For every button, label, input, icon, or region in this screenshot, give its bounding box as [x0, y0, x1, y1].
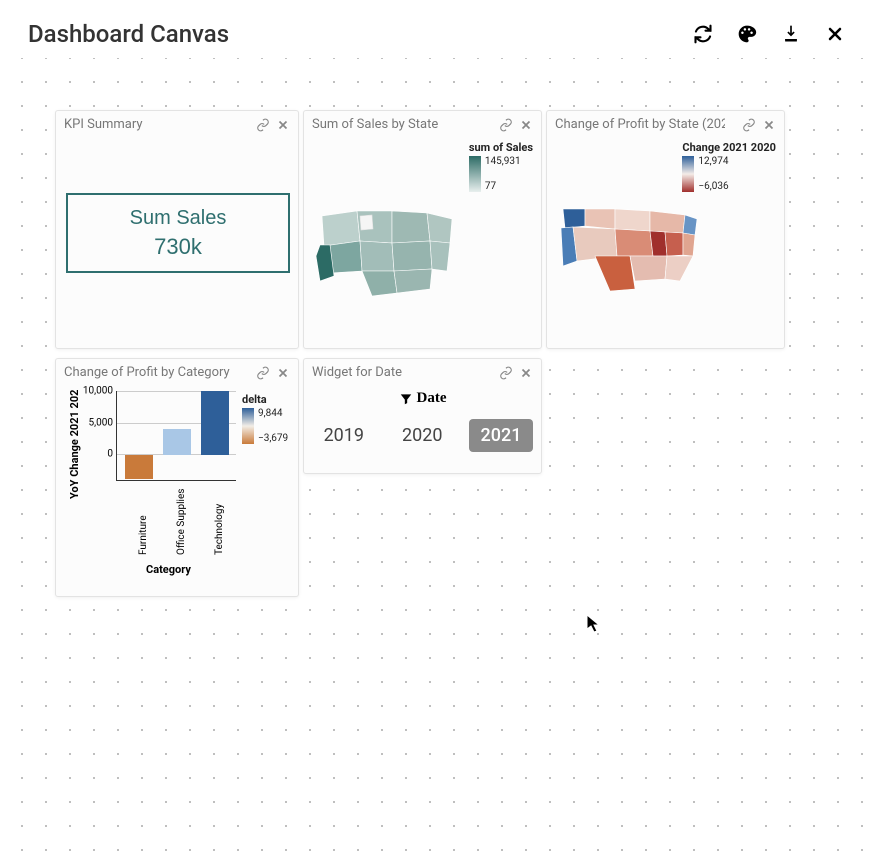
y-tick: 0	[107, 449, 117, 460]
legend-min: 77	[485, 181, 521, 192]
bar-office-supplies	[163, 429, 191, 455]
close-icon[interactable]	[276, 118, 290, 132]
widget-kpi[interactable]: KPI Summary Sum Sales 730k	[55, 110, 299, 349]
legend-title: Change 2021 2020	[682, 141, 776, 154]
filter-option-2020[interactable]: 2020	[390, 419, 454, 452]
legend-max: 145,931	[485, 156, 521, 167]
legend-min: −3,679	[258, 433, 288, 444]
widget-title: Change of Profit by Category	[64, 365, 230, 380]
x-tick: Technology	[214, 504, 225, 555]
x-tick: Office Supplies	[176, 489, 187, 555]
kpi-label: Sum Sales	[130, 207, 227, 230]
close-icon[interactable]	[276, 366, 290, 380]
page-title: Dashboard Canvas	[28, 20, 229, 48]
widget-bar-category[interactable]: Change of Profit by Category YoY Change …	[55, 358, 299, 597]
bar-furniture	[125, 455, 153, 479]
filter-icon	[399, 392, 413, 406]
y-tick: 5,000	[89, 418, 117, 429]
legend-max: 12,974	[698, 156, 728, 167]
widget-title: Change of Profit by State (2021	[555, 117, 725, 132]
x-axis-label: Category	[146, 563, 191, 576]
legend-min: −6,036	[698, 181, 728, 192]
us-map-icon	[312, 201, 462, 301]
bar-technology	[201, 391, 229, 455]
y-tick: 10,000	[83, 386, 117, 397]
close-icon[interactable]	[762, 118, 776, 132]
close-icon[interactable]	[519, 366, 533, 380]
filter-label: Date	[304, 386, 541, 407]
palette-icon[interactable]	[737, 24, 757, 44]
dashboard-canvas[interactable]: KPI Summary Sum Sales 730k Sum of Sales …	[0, 58, 885, 860]
filter-option-2019[interactable]: 2019	[312, 419, 376, 452]
kpi-value: 730k	[154, 234, 202, 260]
link-icon[interactable]	[499, 118, 513, 132]
refresh-icon[interactable]	[693, 24, 713, 44]
legend-title: delta	[242, 393, 288, 406]
kpi-box: Sum Sales 730k	[66, 193, 290, 273]
widget-title: KPI Summary	[64, 117, 143, 132]
widget-date-filter[interactable]: Widget for Date Date 2019 2020 2021	[303, 358, 542, 474]
widget-title: Widget for Date	[312, 365, 402, 380]
filter-label-text: Date	[417, 390, 447, 407]
download-icon[interactable]	[781, 24, 801, 44]
us-map-icon	[555, 201, 705, 301]
close-icon[interactable]	[825, 24, 845, 44]
legend-max: 9,844	[258, 408, 288, 419]
widget-title: Sum of Sales by State	[312, 117, 438, 132]
link-icon[interactable]	[499, 366, 513, 380]
bar-chart: 10,000 5,000 0	[116, 391, 236, 481]
filter-option-2021[interactable]: 2021	[469, 419, 534, 452]
link-icon[interactable]	[256, 366, 270, 380]
toolbar	[693, 24, 845, 44]
close-icon[interactable]	[519, 118, 533, 132]
legend-title: sum of Sales	[469, 141, 533, 154]
x-tick: Furniture	[138, 515, 149, 555]
y-axis-label: YoY Change 2021 202	[68, 390, 81, 500]
cursor-icon	[586, 614, 602, 634]
link-icon[interactable]	[742, 118, 756, 132]
widget-map-sales[interactable]: Sum of Sales by State sum of Sales	[303, 110, 542, 349]
link-icon[interactable]	[256, 118, 270, 132]
widget-map-profit-change[interactable]: Change of Profit by State (2021 Change 2…	[546, 110, 785, 349]
